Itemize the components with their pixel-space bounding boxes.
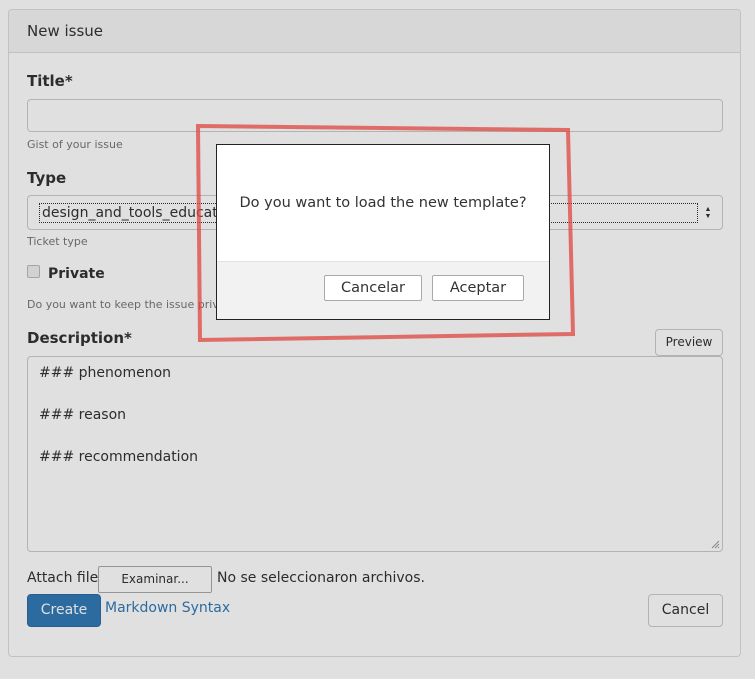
dialog-message: Do you want to load the new template?: [239, 195, 527, 211]
modal-overlay: [0, 0, 755, 679]
dialog-cancel-button[interactable]: Cancelar: [324, 275, 422, 301]
dialog-accept-button[interactable]: Aceptar: [432, 275, 524, 301]
dialog-footer: Cancelar Aceptar: [217, 261, 549, 319]
confirm-dialog: Do you want to load the new template? Ca…: [216, 144, 550, 320]
